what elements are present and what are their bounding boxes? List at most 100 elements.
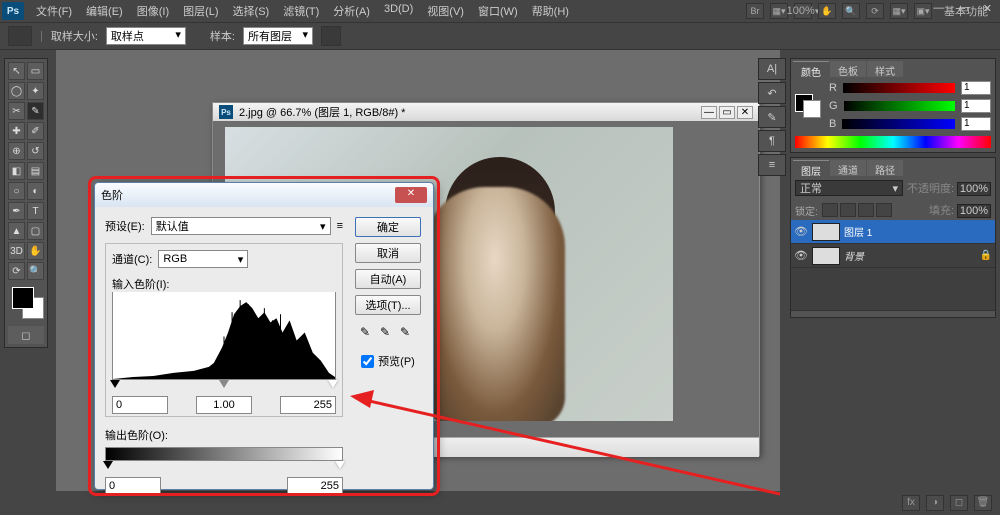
input-black-field[interactable] <box>112 396 168 414</box>
lock-all-icon[interactable] <box>876 203 892 217</box>
dialog-close-icon[interactable]: ✕ <box>395 187 427 203</box>
output-black-field[interactable] <box>105 477 161 495</box>
layer-name[interactable]: 背景 <box>844 248 864 263</box>
launch-bridge-icon[interactable]: Br <box>746 3 764 19</box>
visibility-icon[interactable]: 👁 <box>794 225 808 238</box>
3d-tool-icon[interactable]: 3D <box>8 242 25 260</box>
ok-button[interactable]: 确定 <box>355 217 421 237</box>
tab-layers[interactable]: 图层 <box>793 160 829 176</box>
tab-styles[interactable]: 样式 <box>867 61 903 77</box>
brush-tool-icon[interactable]: ✐ <box>27 122 44 140</box>
preview-checkbox[interactable]: 预览(P) <box>361 353 415 369</box>
hand-tool2-icon[interactable]: ✋ <box>27 242 44 260</box>
quick-select-tool-icon[interactable]: ✦ <box>27 82 44 100</box>
foreground-color-icon[interactable] <box>12 287 34 309</box>
layer-row[interactable]: 👁 背景 🔒 <box>791 244 995 268</box>
sample-ring-icon[interactable] <box>321 26 341 46</box>
zoom-tool2-icon[interactable]: 🔍 <box>27 262 44 280</box>
fill-field[interactable]: 100% <box>957 204 991 218</box>
status-ico1[interactable]: fx <box>902 495 920 511</box>
zoom-tool-icon[interactable]: 🔍 <box>842 3 860 19</box>
cancel-button[interactable]: 取消 <box>355 243 421 263</box>
menu-help[interactable]: 帮助(H) <box>526 0 575 22</box>
window-minimize-icon[interactable]: — <box>929 2 948 15</box>
menu-filter[interactable]: 滤镜(T) <box>277 0 325 22</box>
preset-menu-icon[interactable]: ≡ <box>337 220 343 232</box>
healing-tool-icon[interactable]: ✚ <box>8 122 25 140</box>
layer-row[interactable]: 👁 图层 1 <box>791 220 995 244</box>
r-slider[interactable] <box>843 83 955 93</box>
history-brush-tool-icon[interactable]: ↺ <box>27 142 44 160</box>
gradient-tool-icon[interactable]: ▤ <box>27 162 44 180</box>
blend-mode-select[interactable]: 正常▾ <box>795 180 903 196</box>
color-spectrum[interactable] <box>795 136 991 148</box>
auto-button[interactable]: 自动(A) <box>355 269 421 289</box>
menu-window[interactable]: 窗口(W) <box>472 0 524 22</box>
white-point-slider[interactable] <box>328 380 338 393</box>
window-close-icon[interactable]: ✕ <box>979 2 996 15</box>
strip-history-icon[interactable]: ↶ <box>758 82 786 104</box>
opacity-field[interactable]: 100% <box>957 182 991 196</box>
eraser-tool-icon[interactable]: ◧ <box>8 162 25 180</box>
layer-name[interactable]: 图层 1 <box>844 224 872 239</box>
tab-color[interactable]: 颜色 <box>793 61 829 77</box>
black-eyedropper-icon[interactable]: ✎ <box>360 325 376 341</box>
blur-tool-icon[interactable]: ○ <box>8 182 25 200</box>
lasso-tool-icon[interactable]: ◯ <box>8 82 25 100</box>
path-select-tool-icon[interactable]: ▲ <box>8 222 25 240</box>
layer-thumb[interactable] <box>812 223 840 241</box>
menu-view[interactable]: 视图(V) <box>421 0 470 22</box>
move-tool-icon[interactable]: ↖ <box>8 62 25 80</box>
marquee-tool-icon[interactable]: ▭ <box>27 62 44 80</box>
zoom-level-icon[interactable]: 100%▾ <box>794 3 812 19</box>
lock-image-icon[interactable] <box>840 203 856 217</box>
status-ico4[interactable]: 🗑 <box>974 495 992 511</box>
gray-eyedropper-icon[interactable]: ✎ <box>380 325 396 341</box>
tab-paths[interactable]: 路径 <box>867 160 903 176</box>
window-restore-icon[interactable]: ▭ <box>954 2 972 15</box>
tab-swatches[interactable]: 色板 <box>830 61 866 77</box>
status-ico2[interactable]: ◑ <box>926 495 944 511</box>
menu-3d[interactable]: 3D(D) <box>378 0 419 22</box>
visibility-icon[interactable]: 👁 <box>794 249 808 262</box>
input-white-field[interactable] <box>280 396 336 414</box>
doc-maximize-icon[interactable]: ▭ <box>719 106 735 119</box>
sample-layers-select[interactable]: 所有图层▾ <box>243 27 313 45</box>
strip-paragraph-icon[interactable]: ¶ <box>758 130 786 152</box>
menu-edit[interactable]: 编辑(E) <box>80 0 129 22</box>
hand-tool-icon[interactable]: ✋ <box>818 3 836 19</box>
gamma-slider[interactable] <box>219 380 229 393</box>
strip-char-icon[interactable]: A| <box>758 58 786 80</box>
channel-select[interactable]: RGB▾ <box>158 250 248 268</box>
g-field[interactable]: 1 <box>961 99 991 113</box>
b-slider[interactable] <box>842 119 955 129</box>
menu-image[interactable]: 图像(I) <box>131 0 175 22</box>
menu-analysis[interactable]: 分析(A) <box>327 0 376 22</box>
strip-brush-icon[interactable]: ✎ <box>758 106 786 128</box>
rotate-tool-icon[interactable]: ⟳ <box>8 262 25 280</box>
out-white-slider[interactable] <box>335 461 345 474</box>
crop-tool-icon[interactable]: ✂ <box>8 102 25 120</box>
current-tool-icon[interactable] <box>8 26 32 46</box>
sample-size-select[interactable]: 取样点▾ <box>106 27 186 45</box>
lock-position-icon[interactable] <box>858 203 874 217</box>
menu-layer[interactable]: 图层(L) <box>177 0 224 22</box>
menu-file[interactable]: 文件(F) <box>30 0 78 22</box>
preset-select[interactable]: 默认值▾ <box>151 217 331 235</box>
tab-channels[interactable]: 通道 <box>830 160 866 176</box>
stamp-tool-icon[interactable]: ⊕ <box>8 142 25 160</box>
black-point-slider[interactable] <box>110 380 120 393</box>
color-swatches[interactable] <box>8 284 44 324</box>
doc-close-icon[interactable]: ✕ <box>737 106 753 119</box>
strip-more-icon[interactable]: ≡ <box>758 154 786 176</box>
rotate-view-icon[interactable]: ⟳ <box>866 3 884 19</box>
input-gamma-field[interactable] <box>196 396 252 414</box>
status-ico3[interactable]: ◻ <box>950 495 968 511</box>
r-field[interactable]: 1 <box>961 81 991 95</box>
b-field[interactable]: 1 <box>961 117 991 131</box>
eyedropper-tool-icon[interactable]: ✎ <box>27 102 44 120</box>
view-extras-icon[interactable]: ▦▾ <box>770 3 788 19</box>
type-tool-icon[interactable]: T <box>27 202 44 220</box>
options-button[interactable]: 选项(T)... <box>355 295 421 315</box>
output-white-field[interactable] <box>287 477 343 495</box>
